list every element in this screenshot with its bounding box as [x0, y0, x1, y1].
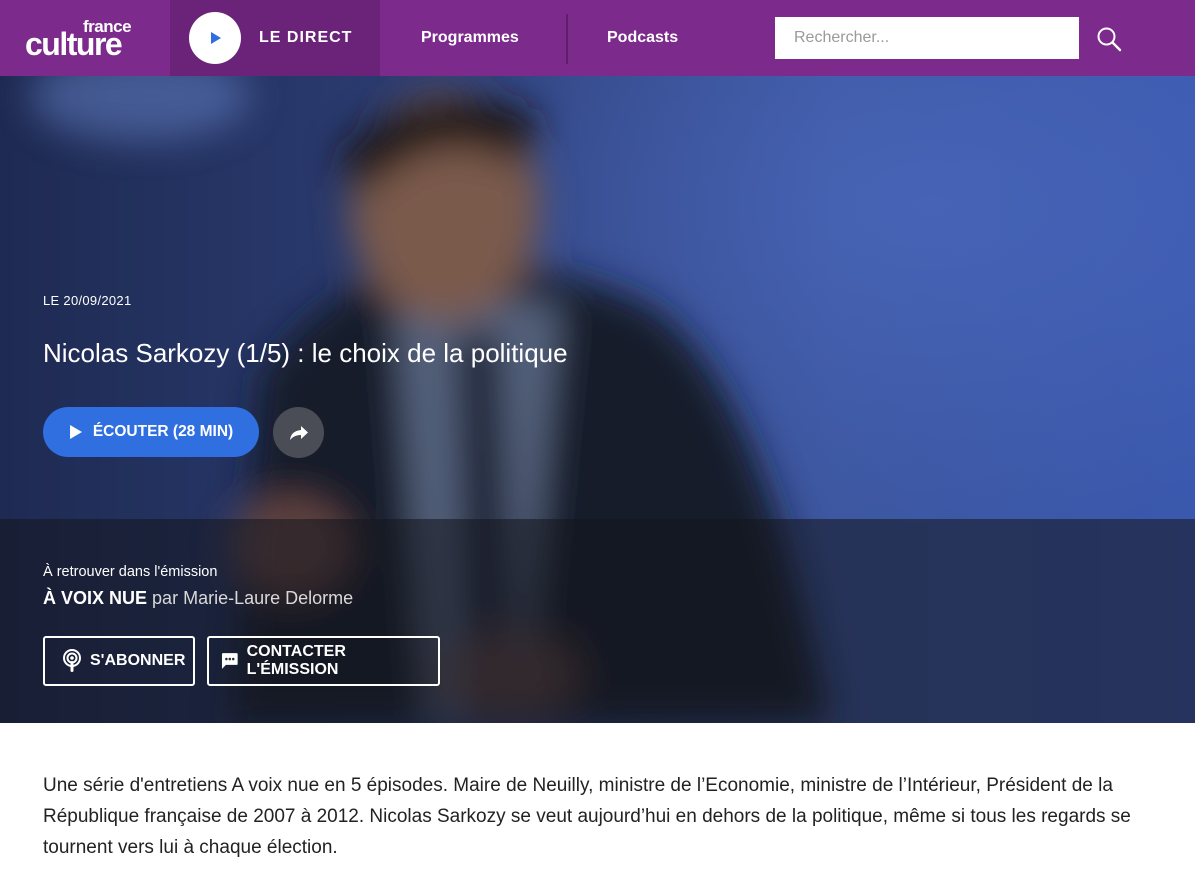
contact-program-button[interactable]: CONTACTER L'ÉMISSION — [207, 636, 440, 686]
chat-icon — [221, 653, 238, 669]
program-line: À VOIX NUE par Marie-Laure Delorme — [43, 588, 353, 609]
play-icon — [211, 32, 221, 44]
top-navigation-bar: france culture LE DIRECT Programmes Podc… — [0, 0, 1195, 76]
subscribe-label: S'ABONNER — [90, 652, 186, 669]
program-author: Marie-Laure Delorme — [183, 588, 354, 608]
nav-divider — [566, 14, 568, 64]
le-direct-label: LE DIRECT — [259, 29, 353, 46]
podcast-icon — [63, 649, 81, 672]
program-panel: À retrouver dans l'émission À VOIX NUE p… — [0, 519, 1195, 723]
le-direct-button[interactable]: LE DIRECT — [170, 0, 380, 76]
logo-big-text: culture — [25, 26, 123, 62]
listen-button[interactable]: ÉCOUTER (28 MIN) — [43, 407, 259, 457]
subscribe-button[interactable]: S'ABONNER — [43, 636, 195, 686]
program-name-link[interactable]: À VOIX NUE — [43, 588, 147, 608]
listen-label: ÉCOUTER (28 MIN) — [92, 423, 234, 440]
nav-programmes[interactable]: Programmes — [421, 29, 519, 47]
play-icon — [69, 425, 82, 439]
direct-play-button[interactable] — [189, 12, 241, 64]
share-icon — [289, 425, 308, 440]
program-par: par — [152, 588, 179, 608]
share-button[interactable] — [273, 407, 324, 458]
retrouver-label: À retrouver dans l'émission — [43, 564, 218, 580]
episode-description: Une série d'entretiens A voix nue en 5 é… — [43, 775, 1131, 858]
contact-label: CONTACTER L'ÉMISSION — [246, 643, 346, 678]
search-icon[interactable] — [1096, 26, 1122, 52]
episode-title: Nicolas Sarkozy (1/5) : le choix de la p… — [43, 338, 568, 368]
episode-date: LE 20/09/2021 — [43, 293, 132, 308]
nav-podcasts[interactable]: Podcasts — [607, 29, 678, 47]
episode-hero: LE 20/09/2021 Nicolas Sarkozy (1/5) : le… — [0, 76, 1195, 723]
search-input[interactable] — [775, 17, 1079, 59]
